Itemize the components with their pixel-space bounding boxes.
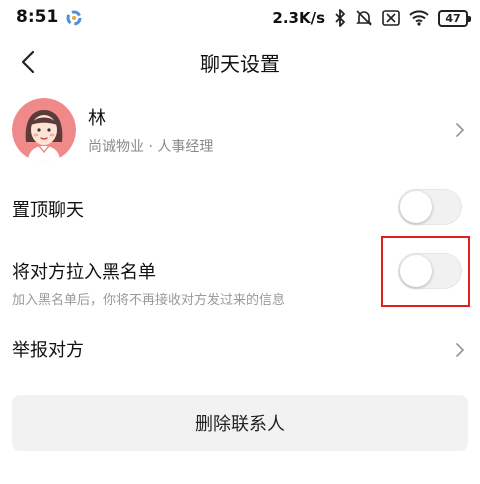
- battery-icon: 47: [438, 9, 471, 27]
- chevron-right-icon: [456, 343, 464, 357]
- report-row[interactable]: 举报对方: [0, 330, 480, 370]
- network-speed: 2.3K/s: [272, 9, 325, 27]
- contact-card[interactable]: 林 尚诚物业 · 人事经理: [0, 98, 480, 166]
- avatar: [12, 98, 76, 162]
- status-bar: 8:51 2.3K/s 47: [0, 0, 480, 36]
- blacklist-hint: 加入黑名单后，你将不再接收对方发过来的信息: [12, 293, 286, 308]
- wifi-icon: [409, 10, 429, 26]
- toggle-knob: [400, 191, 432, 223]
- app-notification-icon: [66, 10, 82, 26]
- contact-subtitle: 尚诚物业 · 人事经理: [88, 139, 214, 155]
- battery-level: 47: [445, 11, 461, 25]
- sim-disabled-icon: [382, 10, 400, 26]
- report-label: 举报对方: [12, 340, 84, 361]
- nav-bar: 聊天设置: [0, 36, 480, 88]
- blacklist-label: 将对方拉入黑名单: [12, 262, 156, 283]
- pin-chat-label: 置顶聊天: [12, 200, 84, 221]
- page-title: 聊天设置: [200, 52, 280, 76]
- bluetooth-icon: [334, 9, 346, 27]
- toggle-knob: [400, 255, 432, 287]
- status-time: 8:51: [16, 7, 59, 27]
- pin-chat-toggle[interactable]: [398, 189, 462, 225]
- contact-name: 林: [88, 108, 106, 129]
- mute-icon: [355, 9, 373, 27]
- delete-contact-button[interactable]: 删除联系人: [12, 395, 468, 451]
- chevron-right-icon: [456, 123, 464, 137]
- blacklist-toggle[interactable]: [398, 253, 462, 289]
- status-right-group: 2.3K/s 47: [272, 6, 471, 30]
